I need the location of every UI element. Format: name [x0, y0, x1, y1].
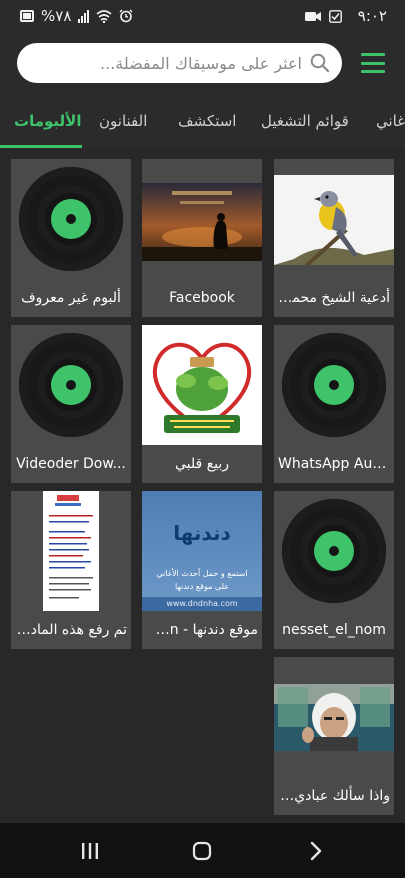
video-call-icon — [304, 11, 321, 22]
dndnha-tagline-1: استمع و حمل أحدث الأغاني — [156, 569, 248, 578]
status-left: %٧٨ — [20, 7, 133, 25]
album-title: ربيع قلبي — [174, 456, 229, 472]
vinyl-record-icon — [274, 491, 394, 611]
tab-playlists[interactable]: قوائم التشغيل — [261, 94, 349, 148]
signal-icon — [78, 9, 90, 23]
album-card[interactable]: تم رفع هذه المادة ب... — [11, 491, 131, 649]
album-card[interactable]: دندنها استمع و حمل أحدث الأغاني على موقع… — [142, 491, 262, 649]
album-art-sunset — [142, 159, 262, 279]
album-card[interactable]: أدعية الشيخ محمد... — [274, 159, 394, 317]
album-title: واذا سألك عبادي ع... — [278, 788, 390, 804]
album-title: nesset_el_nom — [282, 622, 386, 638]
search-input[interactable] — [31, 53, 302, 73]
vinyl-record-icon — [11, 325, 131, 445]
album-art-heart — [142, 325, 262, 445]
album-title: موقع دندنها - Dn... — [146, 622, 258, 638]
album-card[interactable]: nesset_el_nom — [274, 491, 394, 649]
battery-icon — [20, 10, 34, 22]
search-icon — [310, 53, 330, 73]
tab-songs[interactable]: أغاني — [376, 94, 405, 148]
dndnha-logo: دندنها — [173, 521, 231, 545]
album-art-dndnha: دندنها استمع و حمل أحدث الأغاني على موقع… — [142, 491, 262, 611]
battery-percent: %٧٨ — [41, 7, 72, 25]
clock: ٩:٠٢ — [357, 7, 387, 25]
album-card[interactable]: WhatsApp Audio — [274, 325, 394, 483]
album-title: تم رفع هذه المادة ب... — [15, 622, 127, 638]
alarm-icon — [119, 9, 133, 23]
album-art-bird — [274, 159, 394, 279]
album-card[interactable]: ألبوم غير معروف — [11, 159, 131, 317]
tab-artists[interactable]: الفنانون — [99, 94, 147, 148]
album-art-document — [11, 491, 131, 611]
dndnha-url: www.dndnha.com — [142, 597, 262, 611]
album-title: WhatsApp Audio — [278, 456, 390, 472]
recent-apps-icon[interactable] — [78, 839, 102, 863]
album-title: ألبوم غير معروف — [21, 290, 121, 306]
album-card[interactable]: Facebook — [142, 159, 262, 317]
album-title: أدعية الشيخ محمد... — [278, 290, 390, 306]
album-title: Videoder Dow... — [16, 456, 126, 472]
wifi-icon — [96, 9, 112, 23]
home-icon[interactable] — [190, 839, 214, 863]
vinyl-record-icon — [11, 159, 131, 279]
vinyl-record-icon — [274, 325, 394, 445]
menu-icon[interactable] — [361, 53, 385, 73]
tab-albums[interactable]: الألبومات — [14, 94, 81, 148]
back-icon[interactable] — [304, 839, 328, 863]
album-title: Facebook — [169, 290, 235, 306]
dndnha-tagline-2: على موقع دندنها — [174, 582, 229, 591]
top-app-bar — [0, 32, 405, 94]
status-bar: %٧٨ ٩:٠٢ — [0, 0, 405, 32]
tab-bar: الألبومات الفنانون استكشف قوائم التشغيل … — [0, 94, 405, 148]
album-card[interactable]: ربيع قلبي — [142, 325, 262, 483]
search-bar[interactable] — [17, 43, 342, 83]
tab-explore[interactable]: استكشف — [178, 94, 236, 148]
album-card[interactable]: Videoder Dow... — [11, 325, 131, 483]
album-card[interactable]: واذا سألك عبادي ع... — [274, 657, 394, 815]
album-art-reciter — [274, 657, 394, 777]
system-navigation-bar — [0, 823, 405, 878]
status-right: ٩:٠٢ — [304, 7, 387, 25]
checkbox-notification-icon — [328, 9, 342, 23]
album-grid: أدعية الشيخ محمد... Facebook ألبوم غير م… — [0, 148, 405, 823]
